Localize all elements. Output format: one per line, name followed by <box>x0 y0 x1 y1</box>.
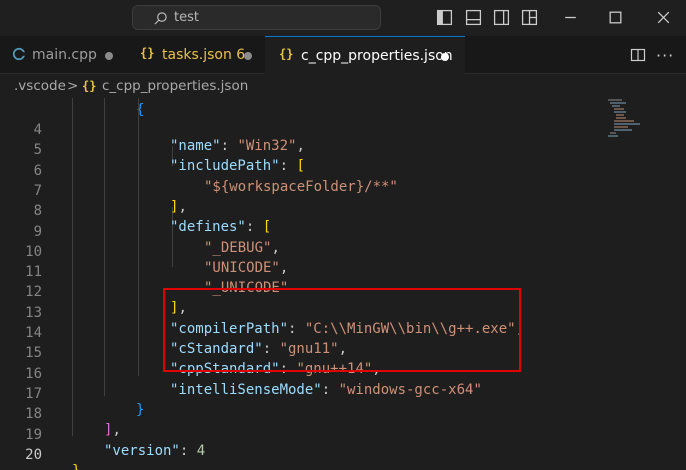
more-actions-icon[interactable]: ··· <box>656 46 674 65</box>
split-editor-icon[interactable] <box>630 47 646 63</box>
tab-c-cpp-properties-json[interactable]: {} c_cpp_properties.json <box>265 36 465 74</box>
code-line: 5 "includePath": [ <box>0 126 600 174</box>
title-bar: test <box>0 0 686 36</box>
code-line: 4 "name": "Win32", <box>0 106 600 154</box>
tab-label: c_cpp_properties.json <box>301 48 453 64</box>
code-line: 8 "defines": [ <box>0 187 600 235</box>
minimize-icon[interactable] <box>562 9 579 26</box>
code-line: 11 "_UNICODE" <box>0 248 600 296</box>
toggle-primary-sidebar-icon[interactable] <box>436 9 453 26</box>
code-editor[interactable]: { 4 "name": "Win32", 5 "includePath": [ … <box>0 98 600 470</box>
code-line: 9 "_DEBUG", <box>0 208 600 256</box>
tab-main-cpp[interactable]: main.cpp <box>0 36 126 74</box>
code-line: 18 ], <box>0 390 600 438</box>
code-line: 6 "${workspaceFolder}/**" <box>0 147 600 195</box>
code-line-partial: { <box>136 102 145 118</box>
tab-label: main.cpp <box>32 47 97 63</box>
command-center-search[interactable]: test <box>132 5 381 30</box>
json-file-icon: {} <box>279 47 294 61</box>
json-file-icon: {} <box>140 46 155 60</box>
search-text: test <box>174 10 199 25</box>
toggle-panel-icon[interactable] <box>465 9 482 26</box>
close-icon[interactable] <box>655 9 672 26</box>
highlight-annotation-box <box>163 288 521 372</box>
tab-label: tasks.json 6 <box>162 47 246 63</box>
code-line-current: 20 } <box>0 431 600 470</box>
editor-tab-bar: main.cpp {} tasks.json 6 {} c_cpp_proper… <box>0 36 686 74</box>
code-line: 17 } <box>0 370 600 418</box>
customize-layout-icon[interactable] <box>521 9 538 26</box>
code-line: 12 ], <box>0 268 600 316</box>
unsaved-dot-icon[interactable] <box>441 53 449 61</box>
toggle-secondary-sidebar-icon[interactable] <box>493 9 510 26</box>
search-icon <box>154 12 167 25</box>
unsaved-dot-icon[interactable] <box>244 52 252 60</box>
maximize-icon[interactable] <box>607 9 624 26</box>
code-line: 7 ], <box>0 167 600 215</box>
tab-tasks-json[interactable]: {} tasks.json 6 <box>126 36 265 74</box>
line-number: 20 <box>25 446 42 463</box>
code-line: 10 "UNICODE", <box>0 228 600 276</box>
unsaved-dot-icon[interactable] <box>105 52 113 60</box>
code-line: 19 "version": 4 <box>0 411 600 459</box>
minimap[interactable] <box>604 98 674 158</box>
cpp-file-icon <box>12 47 26 61</box>
